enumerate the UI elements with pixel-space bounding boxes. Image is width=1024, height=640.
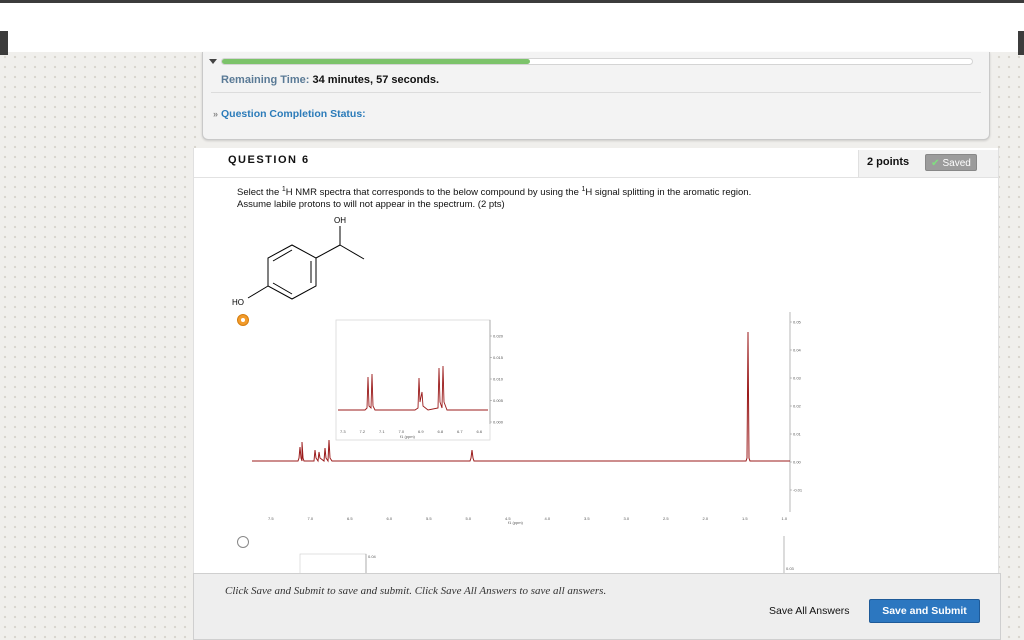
chevron-down-icon: » [213, 109, 219, 119]
main-y-tick: 0.01 [793, 432, 802, 437]
window-edge-left [0, 31, 8, 55]
inset-frame [335, 319, 491, 441]
check-icon: ✔ [931, 158, 940, 169]
question-points: 2 points [867, 156, 910, 168]
main-x-tick: 6.5 [347, 516, 353, 521]
main-x-label: f1 (ppm) [508, 520, 524, 525]
main-x-tick: 7.5 [268, 516, 274, 521]
save-all-answers-button[interactable]: Save All Answers [769, 605, 850, 617]
main-x-tick: 7.0 [308, 516, 314, 521]
main-x-tick: 3.5 [584, 516, 590, 521]
inset-x-tick: 7.1 [379, 429, 385, 434]
remaining-time-label: Remaining Time: [221, 74, 310, 86]
time-progress-fill [222, 59, 530, 64]
question-text: Select the 1H NMR spectra that correspon… [237, 184, 751, 211]
footer-instructions: Click Save and Submit to save and submit… [225, 585, 607, 597]
saved-label: Saved [942, 158, 971, 169]
main-y-tick: -0.01 [793, 488, 803, 493]
inset-y-tick: 0.005 [493, 398, 504, 403]
remaining-time: Remaining Time: 34 minutes, 57 seconds. [221, 74, 439, 86]
main-y-tick: 0.03 [793, 376, 802, 381]
main-x-tick: 4.0 [545, 516, 551, 521]
compound-structure: OH HO [232, 216, 365, 307]
inset-x-tick: 7.3 [340, 429, 346, 434]
top-bar [0, 0, 1024, 55]
inset-y-tick: 0.015 [493, 355, 504, 360]
answer-option-1-radio[interactable] [237, 314, 249, 326]
question-text-part: H NMR spectra that corresponds to the be… [285, 187, 582, 199]
main-y-tick: 0.02 [793, 404, 802, 409]
question-header-divider [194, 177, 998, 178]
main-x-tick: 3.0 [624, 516, 630, 521]
inset-y-tick: 0.010 [493, 377, 504, 382]
panel-divider [211, 92, 981, 93]
main-x-tick: 5.5 [426, 516, 432, 521]
question-area: QUESTION 6 2 points ✔ Saved Select the 1H… [193, 148, 999, 640]
collapse-triangle-icon[interactable] [209, 59, 217, 64]
main-x-tick: 2.0 [703, 516, 709, 521]
time-progress-bar [221, 58, 973, 65]
option-2-tick: 0.04 [368, 554, 377, 559]
main-y-tick: 0.05 [793, 320, 802, 325]
ring-double-bond [272, 249, 293, 262]
main-x-tick: 5.0 [466, 516, 472, 521]
question-text-part: Select the [237, 187, 282, 199]
answer-option-2-radio[interactable] [237, 536, 249, 548]
test-status-panel: Remaining Time: 34 minutes, 57 seconds. … [202, 52, 990, 140]
benzene-ring [267, 244, 317, 300]
bond [339, 244, 365, 260]
question-text-part: H signal splitting in the aromatic regio… [585, 187, 752, 199]
saved-badge: ✔ Saved [925, 154, 977, 171]
bond [247, 285, 269, 299]
main-x-tick: 2.5 [663, 516, 669, 521]
background-pattern-left [0, 52, 200, 640]
question-line-1: Select the 1H NMR spectra that correspon… [237, 184, 751, 199]
inset-x-tick: 7.2 [360, 429, 366, 434]
ring-double-bond [272, 282, 293, 295]
main-x-tick: 1.0 [782, 516, 788, 521]
points-box: 2 points ✔ Saved [858, 150, 998, 178]
submit-footer: Click Save and Submit to save and submit… [193, 573, 1001, 640]
inset-x-tick: 6.7 [457, 429, 463, 434]
remaining-time-value: 34 minutes, 57 seconds. [312, 74, 440, 86]
inset-x-tick: 6.6 [477, 429, 483, 434]
question-line-2: Assume labile protons to will not appear… [237, 199, 505, 211]
main-x-tick: 1.5 [742, 516, 748, 521]
question-title: QUESTION 6 [228, 154, 310, 166]
inset-x-tick: 6.8 [438, 429, 444, 434]
main-x-tick: 6.0 [387, 516, 393, 521]
bond [315, 244, 341, 259]
save-and-submit-button[interactable]: Save and Submit [869, 599, 980, 623]
nmr-spectrum-option-1: 0.020 0.015 0.010 0.005 0.000 7.3 7.2 7.1 7.0 6.… [252, 312, 812, 528]
ho-label: HO [232, 298, 244, 307]
completion-label: Question Completion Status: [221, 108, 366, 120]
oh-label: OH [334, 216, 346, 225]
main-y-tick: 0.04 [793, 348, 802, 353]
option-2-tick: 0.03 [786, 566, 795, 571]
nmr-spectrum-option-2: 0.04 0.03 [299, 536, 795, 576]
question-completion-status[interactable]: » Question Completion Status: [213, 108, 366, 120]
inset-x-tick: 6.9 [418, 429, 424, 434]
inset-x-label: f1 (ppm) [400, 434, 416, 439]
inset-y-tick: 0.020 [493, 334, 504, 339]
window-edge-right [1018, 31, 1024, 55]
main-y-tick: 0.00 [793, 460, 802, 465]
inset-y-tick: 0.000 [493, 420, 504, 425]
